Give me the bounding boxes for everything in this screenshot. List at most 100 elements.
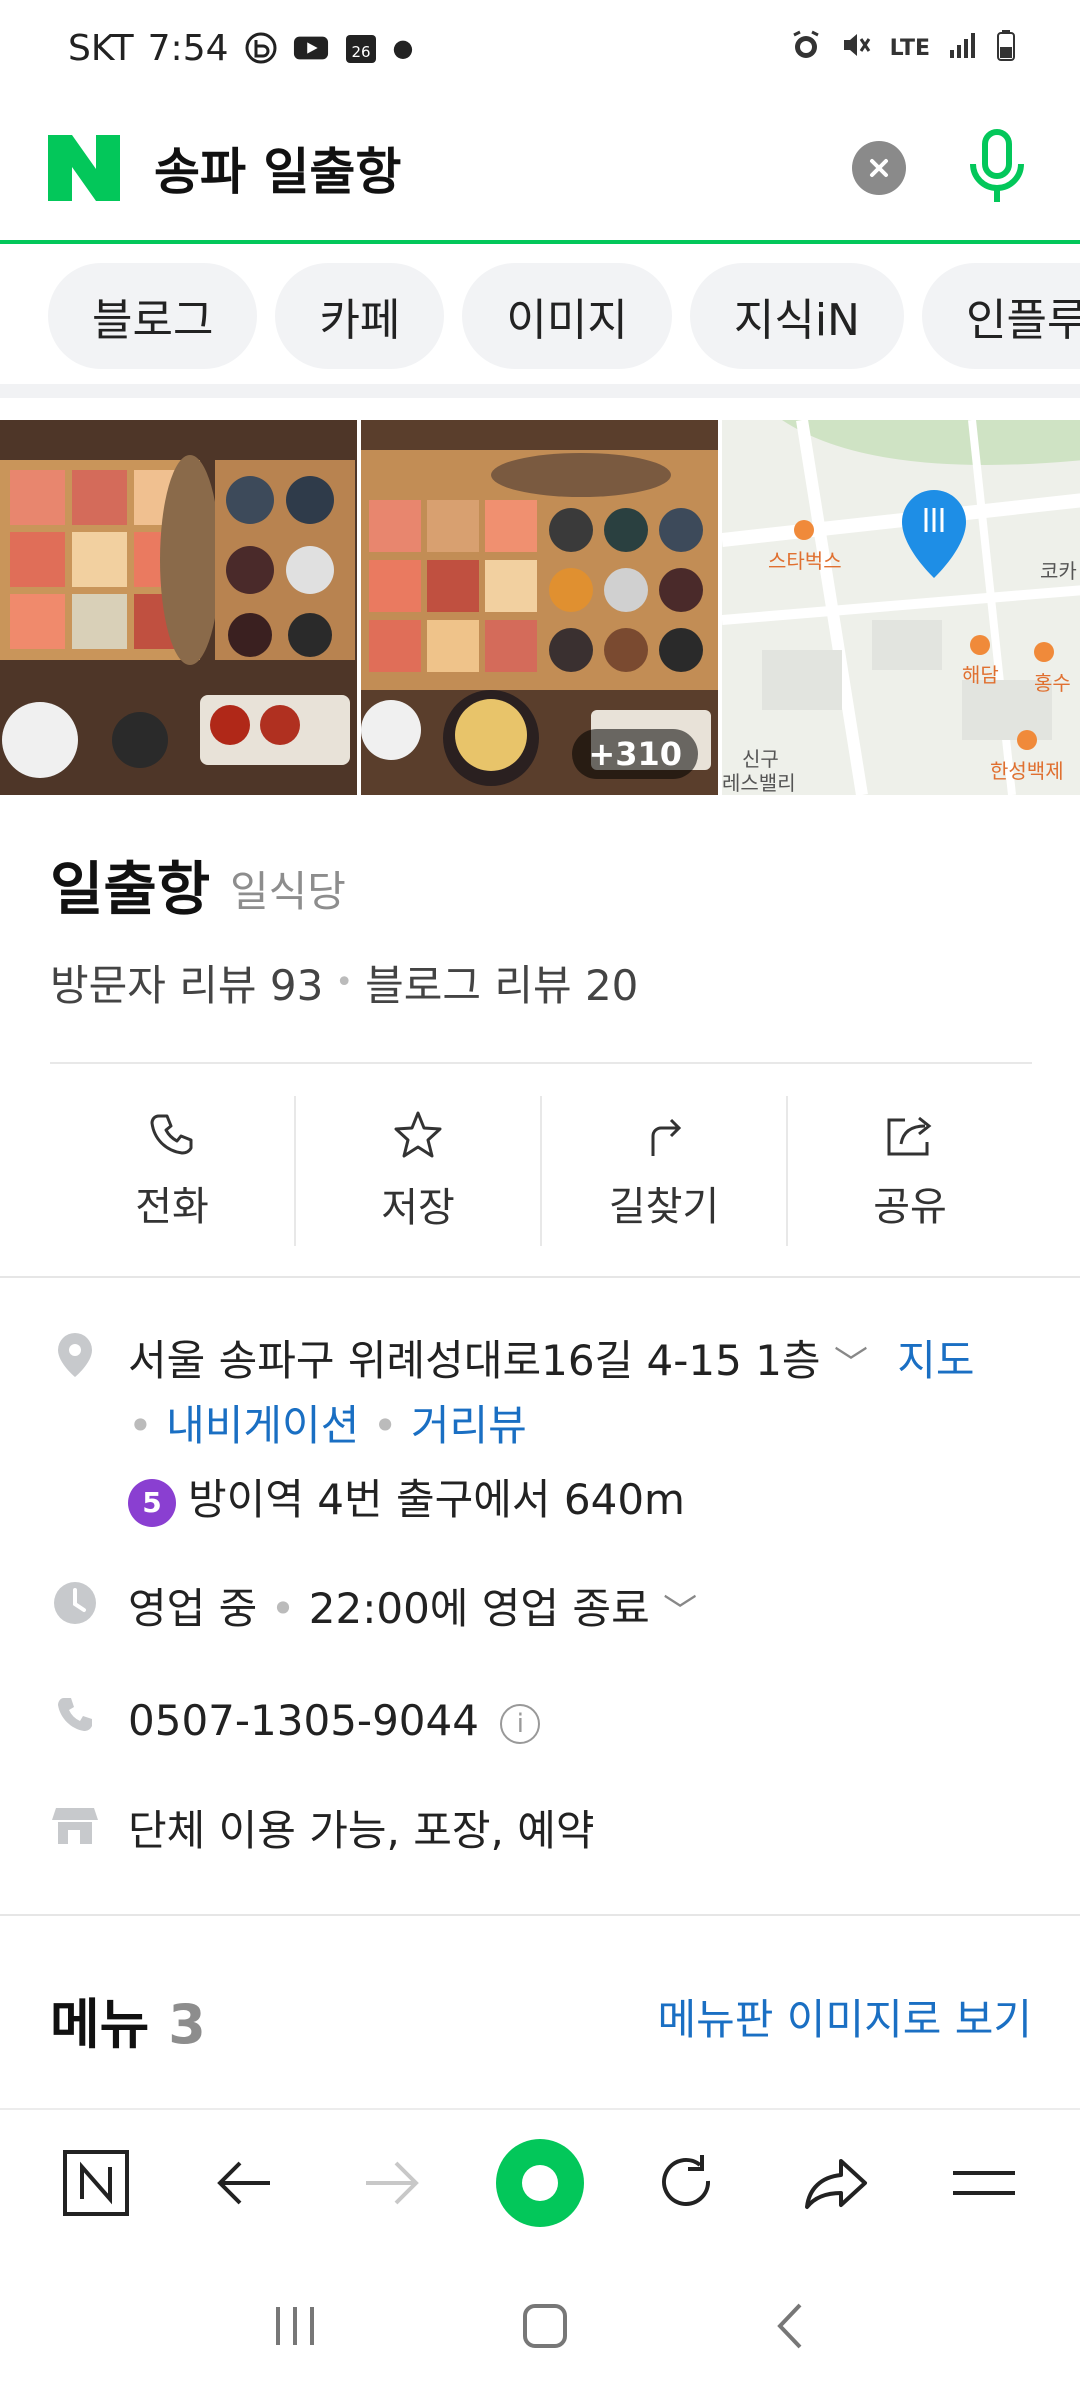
youtube-icon	[293, 30, 329, 66]
recent-apps-button[interactable]	[270, 2301, 320, 2355]
map-label-hongsu: 홍수	[1034, 671, 1071, 695]
subway-distance: 방이역 4번 출구에서 640m	[188, 1475, 685, 1524]
menu-title-label: 메뉴	[50, 1993, 150, 2056]
food-photo-1[interactable]	[0, 420, 357, 795]
directions-label: 길찾기	[608, 1184, 720, 1230]
amenities-row: 단체 이용 가능, 포장, 예약	[50, 1800, 595, 1862]
location-pin-icon	[50, 1330, 100, 1380]
tab-kin[interactable]: 지식iN	[689, 263, 904, 369]
tab-blog[interactable]: 블로그	[48, 263, 258, 369]
store-icon	[50, 1800, 100, 1850]
search-tabs: 블로그 카페 이미지 지식iN 인플루	[0, 248, 1080, 398]
search-bar: 송파 일출항	[0, 96, 1080, 244]
separator-dot: •	[335, 965, 354, 1000]
map-thumbnail[interactable]: 스타벅스 해담 홍수 한성백제 신구 레스밸리 코카	[722, 420, 1080, 795]
voice-search-button[interactable]	[962, 123, 1032, 213]
alarm-icon	[790, 29, 822, 67]
map-link[interactable]: 지도	[897, 1336, 974, 1385]
more-photos-count[interactable]: +310	[572, 729, 698, 779]
call-button[interactable]: 전화	[50, 1096, 296, 1246]
forward-button[interactable]	[347, 2138, 437, 2228]
green-dot-icon	[496, 2139, 584, 2227]
tab-image[interactable]: 이미지	[462, 263, 672, 369]
phone-icon	[150, 1114, 193, 1155]
menu-image-link[interactable]: 메뉴판 이미지로 보기	[658, 1986, 1032, 2047]
browser-toolbar	[0, 2108, 1080, 2256]
star-icon	[394, 1111, 442, 1158]
subway-line-badge: 5	[128, 1478, 176, 1527]
calendar-icon: 26	[343, 30, 379, 66]
place-photos: +310 스타벅스 해담 홍수 한성백제 신구 레스밸리 코카	[0, 420, 1080, 795]
back-button[interactable]	[199, 2138, 289, 2228]
arrow-right-icon	[366, 2161, 419, 2205]
clock-icon	[50, 1578, 100, 1628]
share-icon	[887, 1116, 932, 1156]
hours-detail: 22:00에 영업 종료	[308, 1584, 650, 1633]
place-name: 일출항	[50, 855, 211, 923]
directions-button[interactable]: 길찾기	[542, 1096, 788, 1246]
map-label-valley: 레스밸리	[722, 771, 796, 795]
home-icon	[523, 2304, 567, 2348]
call-label: 전화	[135, 1184, 209, 1230]
home-button[interactable]	[520, 2301, 570, 2355]
share-page-button[interactable]	[791, 2138, 881, 2228]
phone-row: 0507-1305-9044 i	[50, 1690, 541, 1752]
amenities-text: 단체 이용 가능, 포장, 예약	[128, 1806, 595, 1855]
naver-logo[interactable]	[48, 132, 120, 204]
mute-icon	[840, 29, 872, 67]
phone-number[interactable]: 0507-1305-9044	[128, 1696, 479, 1745]
separator-dot: •	[128, 1401, 167, 1450]
calendar-day: 26	[351, 43, 370, 61]
green-dot-button[interactable]	[495, 2138, 585, 2228]
recent-apps-icon	[276, 2307, 314, 2345]
system-navigation	[0, 2256, 1080, 2400]
carrier-label: SKT	[68, 27, 134, 69]
separator-dot: •	[372, 1401, 411, 1450]
directions-icon	[651, 1118, 682, 1156]
back-chevron-icon	[777, 2303, 802, 2349]
naver-home-button[interactable]	[51, 2138, 141, 2228]
navigation-link[interactable]: 내비게이션	[166, 1401, 359, 1450]
refresh-button[interactable]	[643, 2138, 733, 2228]
tab-cafe[interactable]: 카페	[275, 263, 445, 369]
network-type-label: LTE	[889, 35, 930, 61]
hours-row[interactable]: 영업 중 • 22:00에 영업 종료 ﹀	[50, 1578, 697, 1643]
share-arrow-icon	[805, 2159, 867, 2209]
save-button[interactable]: 저장	[296, 1096, 542, 1246]
info-icon[interactable]: i	[500, 1703, 541, 1744]
food-photo-2[interactable]: +310	[361, 420, 718, 795]
divider	[50, 1062, 1032, 1064]
separator-dot: •	[270, 1584, 309, 1633]
action-buttons: 전화 저장 길찾기 공유	[50, 1096, 1032, 1246]
divider	[0, 1276, 1080, 1278]
chevron-down-icon[interactable]: ﹀	[834, 1344, 868, 1384]
search-query[interactable]: 송파 일출항	[154, 132, 401, 204]
chevron-down-icon[interactable]: ﹀	[663, 1592, 697, 1632]
notification-dot-icon: ●	[392, 34, 414, 62]
clear-search-button[interactable]	[852, 141, 906, 195]
refresh-icon	[662, 2155, 711, 2206]
clock: 7:54	[147, 27, 229, 69]
status-left: SKT 7:54 26 ●	[68, 28, 413, 69]
status-right: LTE	[790, 29, 1016, 67]
system-back-button[interactable]	[770, 2301, 810, 2355]
blog-review-link[interactable]: 블로그 리뷰 20	[365, 952, 638, 1013]
mic-icon	[970, 129, 1024, 202]
signal-icon	[948, 30, 978, 66]
tab-influencer[interactable]: 인플루	[921, 263, 1080, 369]
map-label-singu: 신구	[742, 747, 779, 771]
map-label-hansung: 한성백제	[990, 759, 1064, 783]
battery-icon	[996, 29, 1016, 67]
close-icon	[870, 159, 888, 177]
map-label-haedam: 해담	[962, 663, 999, 687]
share-label: 공유	[873, 1184, 947, 1230]
save-label: 저장	[381, 1185, 455, 1231]
streetview-link[interactable]: 거리뷰	[411, 1401, 527, 1450]
menu-button[interactable]	[939, 2138, 1029, 2228]
map-label-starbucks: 스타벅스	[768, 549, 842, 573]
share-button[interactable]: 공유	[788, 1096, 1032, 1246]
band-app-icon	[243, 30, 279, 66]
visitor-review-link[interactable]: 방문자 리뷰 93	[50, 952, 323, 1013]
arrow-left-icon	[217, 2161, 270, 2205]
place-category: 일식당	[230, 867, 346, 916]
